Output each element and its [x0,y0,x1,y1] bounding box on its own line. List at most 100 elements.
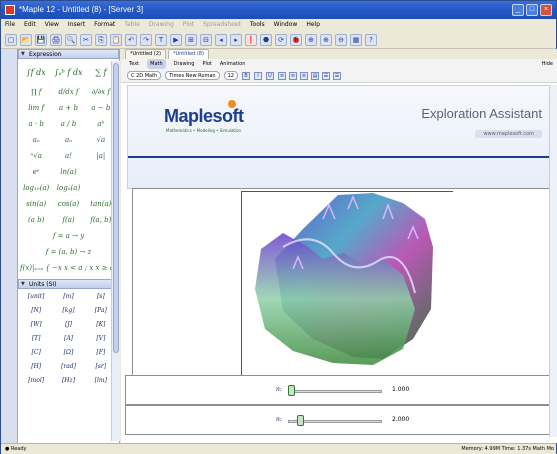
restart-icon[interactable]: ⟳ [275,33,287,46]
forward-icon[interactable]: ▸ [230,33,242,46]
expression-item[interactable]: aₙ [20,134,52,147]
expression-item[interactable]: f = a → y [20,230,117,243]
align-right-icon[interactable]: ≡ [299,71,308,80]
print-preview-icon[interactable]: 🔍 [65,33,77,46]
minimize-button[interactable]: _ [512,4,524,16]
unit-item[interactable]: [rad] [52,361,84,373]
font-select[interactable]: Times New Roman [165,71,220,80]
underline-button[interactable]: U [265,71,274,80]
document-tab[interactable]: *Untitled (2) [125,49,166,59]
expression-item[interactable]: log₁₀(a) [20,182,52,195]
unit-item[interactable]: [unit] [20,291,52,303]
menu-file[interactable]: File [5,19,15,31]
back-icon[interactable]: ◂ [215,33,227,46]
numbered-list-icon[interactable]: ☰ [332,71,341,80]
mode-text[interactable]: Text [129,59,139,69]
menu-help[interactable]: Help [306,19,320,31]
expression-palette-header[interactable]: Expression [18,49,119,59]
unit-item[interactable]: [T] [20,333,52,345]
3d-surface-plot[interactable] [133,189,557,405]
unit-item[interactable]: [C] [20,347,52,359]
unit-item[interactable]: [Ω] [52,347,84,359]
expression-item[interactable]: ⁿ√a [20,150,52,163]
expression-item[interactable]: d/dx f [52,86,84,99]
prompt-icon[interactable]: ▶ [170,33,182,46]
align-center-icon[interactable]: ≡ [288,71,297,80]
slider-1-thumb[interactable] [288,385,295,396]
expression-item[interactable]: a · b [20,118,52,131]
paste-icon[interactable]: 📋 [110,33,122,46]
help-icon[interactable]: ? [365,33,377,46]
close-button[interactable]: × [540,4,552,16]
expression-item[interactable]: ∏ f [20,86,52,99]
style-select[interactable]: C 2D Math [127,71,162,80]
expression-item[interactable]: ln(a) [52,166,84,179]
menu-plot[interactable]: Plot [183,19,194,31]
save-icon[interactable]: 💾 [35,33,47,46]
mode-plot[interactable]: Plot [202,59,211,69]
expression-item[interactable]: f(a) [52,214,84,227]
expression-item[interactable]: ∫f dx [20,63,52,83]
mode-animation[interactable]: Animation [220,59,246,69]
menu-spreadsheet[interactable]: Spreadsheet [203,19,241,31]
copy-icon[interactable]: ⎘ [95,33,107,46]
maximize-button[interactable]: □ [526,4,538,16]
menu-insert[interactable]: Insert [68,19,85,31]
maplesoft-url[interactable]: www.maplesoft.com [475,130,542,138]
zoom-icon[interactable]: ⊕ [305,33,317,46]
expression-item[interactable]: f(x)|ₓ₌ₐ { −x x < a ; x x ≥ a } [20,262,119,275]
unit-item[interactable]: [kg] [52,305,84,317]
open-icon[interactable]: 📂 [20,33,32,46]
expression-item[interactable]: logₙ(a) [52,182,84,195]
unit-item[interactable]: [N] [20,305,52,317]
cut-icon[interactable]: ✂ [80,33,92,46]
unit-item[interactable]: [J] [52,319,84,331]
undo-icon[interactable]: ↶ [125,33,137,46]
document-scrollbar[interactable] [549,85,557,437]
unit-item[interactable]: [W] [20,319,52,331]
hide-toggle[interactable]: Hide [542,59,557,69]
table-icon[interactable]: ⊞ [185,33,197,46]
menu-edit[interactable]: Edit [24,19,36,31]
palette-scroll-thumb[interactable] [113,63,119,353]
mode-drawing[interactable]: Drawing [174,59,195,69]
unit-item[interactable]: [H] [20,361,52,373]
zoom-in-icon[interactable]: ⊕ [320,33,332,46]
expression-item[interactable]: a + b [52,102,84,115]
bold-button[interactable]: B [241,71,250,80]
menu-view[interactable]: View [45,19,59,31]
stop-icon[interactable]: ⬣ [260,33,272,46]
title-bar[interactable]: *Maple 12 - Untitled (8) - [Server 3] _ … [1,1,556,19]
debug-icon[interactable]: 🐞 [290,33,302,46]
expression-item[interactable]: sin(a) [20,198,52,211]
grid-icon[interactable]: ▦ [350,33,362,46]
menu-format[interactable]: Format [94,19,115,31]
size-select[interactable]: 12 [223,71,238,80]
italic-button[interactable]: I [253,71,262,80]
menu-tools[interactable]: Tools [250,19,265,31]
expression-item[interactable]: a / b [52,118,84,131]
document-tab[interactable]: *Untitled (8) [167,49,209,59]
unit-item[interactable]: [Hz] [52,375,84,387]
menu-table[interactable]: Table [124,19,140,31]
expression-item[interactable]: lim f [20,102,52,115]
section-icon[interactable]: ⊟ [200,33,212,46]
unit-item[interactable]: [m] [52,291,84,303]
expression-item[interactable]: f = (a, b) → z [20,246,117,259]
zoom-out-icon[interactable]: ⊖ [335,33,347,46]
list-icon[interactable]: ☰ [321,71,330,80]
mode-math[interactable]: Math [147,59,166,69]
expression-item[interactable]: (a b) [20,214,52,227]
units-palette-header[interactable]: Units (SI) [18,279,119,289]
expression-item[interactable]: eᵃ [20,166,52,179]
unit-item[interactable]: [mol] [20,375,52,387]
print-icon[interactable]: 🖨 [50,33,62,46]
indent-icon[interactable]: ▤ [310,71,319,80]
plot-region[interactable] [132,188,557,406]
execute-icon[interactable]: ❗ [245,33,257,46]
palette-scrollbar[interactable] [111,61,120,441]
redo-icon[interactable]: ↷ [140,33,152,46]
slider-1-track[interactable] [288,390,382,393]
menu-window[interactable]: Window [274,19,298,31]
expression-item[interactable]: ∫ₐᵇ f dx [52,63,84,83]
